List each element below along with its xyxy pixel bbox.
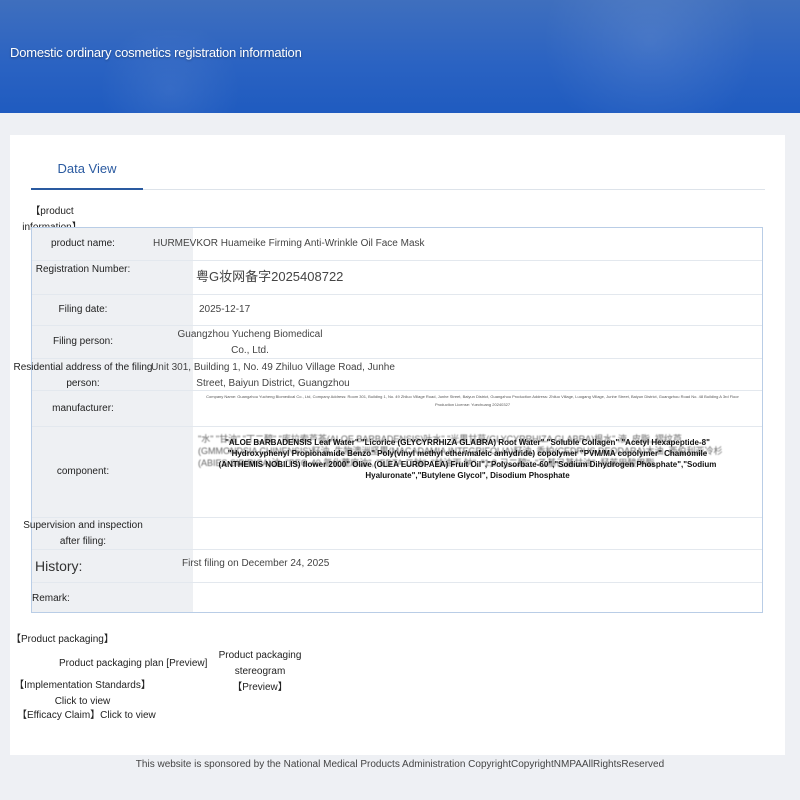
table-row-filing-date: Filing date: 2025-12-17: [32, 295, 762, 326]
efficacy-claim-link[interactable]: 【Efficacy Claim】Click to view: [17, 708, 156, 724]
filing-date-value: 2025-12-17: [199, 304, 251, 315]
residential-address-label: Residential address of the filing person…: [13, 362, 153, 389]
content-card: Data View 【product information】 product …: [10, 135, 785, 755]
table-row-registration-number: Registration Number: 粤G妆网备字2025408722: [32, 261, 762, 295]
table-row-remark: Remark:: [32, 583, 762, 613]
filing-person-value: Guangzhou Yucheng Biomedical Co., Ltd.: [177, 329, 323, 356]
filing-date-label: Filing date:: [58, 304, 108, 315]
table-row-supervision: Supervision and inspection after filing:: [23, 518, 762, 550]
history-value: First filing on December 24, 2025: [182, 558, 330, 569]
footer-copyright: This website is sponsored by the Nationa…: [135, 759, 665, 770]
product-info-table: product name: HURMEVKOR Huameike Firming…: [14, 227, 763, 613]
history-label: History:: [35, 558, 83, 574]
table-row-component: component: "水" "甘油" "丁二醇" "库拉索芦荟(ALOE BA…: [32, 427, 762, 518]
product-name-value: HURMEVKOR Huameike Firming Anti-Wrinkle …: [153, 238, 425, 249]
tab-data-view[interactable]: Data View: [31, 161, 143, 176]
table-row-residential-address: Residential address of the filing person…: [14, 359, 762, 391]
component-value: "ALOE BARBADENSIS Leaf Water" "Licorice …: [218, 438, 717, 480]
filing-person-label: Filing person:: [52, 336, 114, 347]
manufacturer-label: manufacturer:: [52, 403, 114, 414]
table-row-filing-person: Filing person: Guangzhou Yucheng Biomedi…: [32, 326, 762, 359]
supervision-label: Supervision and inspection after filing:: [23, 520, 143, 547]
residential-address-value: Unit 301, Building 1, No. 49 Zhiluo Vill…: [151, 362, 395, 389]
table-row-product-name: product name: HURMEVKOR Huameike Firming…: [32, 228, 762, 261]
product-packaging-heading: 【Product packaging】: [11, 634, 114, 645]
table-row-manufacturer: manufacturer: Company Name: Guangzhou Yu…: [32, 391, 762, 427]
table-row-history: History: First filing on December 24, 20…: [32, 550, 762, 583]
registration-number-label: Registration Number:: [35, 264, 131, 275]
active-tab-indicator: [31, 188, 143, 190]
packaging-plan-preview-link[interactable]: Product packaging plan [Preview]: [59, 656, 207, 672]
banner-decoration: [520, 0, 780, 113]
banner-decoration: [90, 30, 250, 113]
page-title: Domestic ordinary cosmetics registration…: [10, 45, 302, 60]
tab-divider: [143, 189, 765, 190]
manufacturer-value: Company Name: Guangzhou Yucheng Biomedic…: [206, 394, 739, 407]
product-name-label: product name:: [51, 238, 115, 249]
implementation-standards-link[interactable]: 【Implementation Standards】Click to view: [5, 678, 160, 710]
component-label: component:: [56, 466, 110, 477]
packaging-stereogram-preview-link[interactable]: Product packaging stereogram【Preview】: [210, 648, 310, 696]
remark-label: Remark:: [32, 593, 70, 604]
header-banner: Domestic ordinary cosmetics registration…: [0, 0, 800, 113]
registration-number-value: 粤G妆网备字2025408722: [196, 269, 344, 284]
